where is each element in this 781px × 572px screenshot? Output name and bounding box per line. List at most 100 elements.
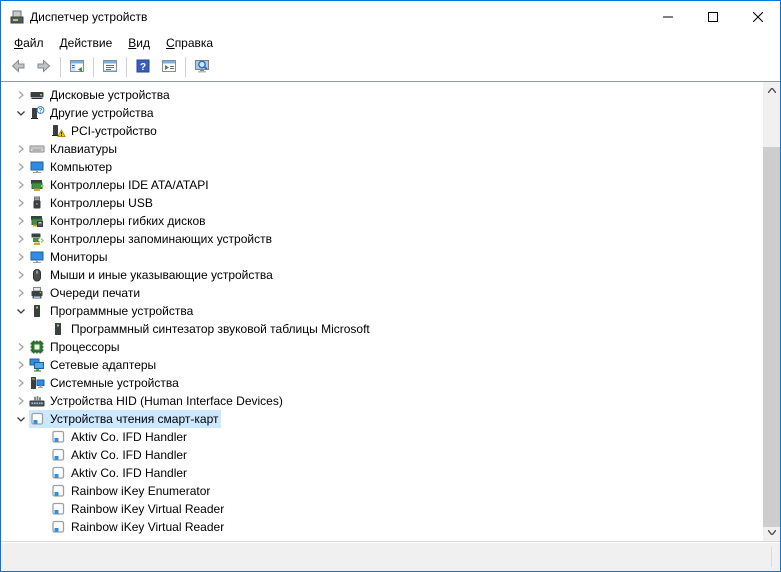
chevron-collapsed-icon[interactable]: [13, 231, 29, 247]
tree-item-label: Компьютер: [50, 158, 112, 176]
chevron-expanded-icon[interactable]: [13, 303, 29, 319]
tree-item[interactable]: Программные устройства: [1, 302, 763, 320]
tree-item[interactable]: Контроллеры запоминающих устройств: [1, 230, 763, 248]
tree-item-content[interactable]: Rainbow iKey Virtual Reader: [50, 518, 227, 536]
tree-item-content[interactable]: Мониторы: [29, 248, 110, 266]
console-tree-button[interactable]: [64, 55, 90, 79]
tree-item-content[interactable]: Программный синтезатор звуковой таблицы …: [50, 320, 373, 338]
toolbar: ?: [1, 53, 780, 81]
tree-item-content[interactable]: Rainbow iKey Virtual Reader: [50, 500, 227, 518]
scrollbar-track[interactable]: [763, 99, 780, 524]
tree-item-content[interactable]: PCI-устройство: [50, 122, 160, 140]
vertical-scrollbar[interactable]: [763, 82, 780, 541]
tree-item[interactable]: Rainbow iKey Enumerator: [1, 482, 763, 500]
tree-item[interactable]: Компьютер: [1, 158, 763, 176]
tree-item[interactable]: Устройства HID (Human Interface Devices): [1, 392, 763, 410]
tree-item-content[interactable]: Процессоры: [29, 338, 123, 356]
tree-item[interactable]: Сетевые адаптеры: [1, 356, 763, 374]
chevron-collapsed-icon[interactable]: [13, 159, 29, 175]
menu-bar: ФайлДействиеВидСправка: [1, 32, 780, 53]
menu-item-действие[interactable]: Действие: [52, 34, 121, 52]
caption-buttons: [645, 1, 780, 32]
tree-item[interactable]: PCI-устройство: [1, 122, 763, 140]
scroll-up-button[interactable]: [763, 82, 780, 99]
menu-item-вид[interactable]: Вид: [120, 34, 158, 52]
tree-item-content[interactable]: Сетевые адаптеры: [29, 356, 159, 374]
tree-item-content[interactable]: Aktiv Co. IFD Handler: [50, 428, 190, 446]
chevron-expanded-icon[interactable]: [13, 105, 29, 121]
menu-item-файл[interactable]: Файл: [6, 34, 52, 52]
tree-item[interactable]: Aktiv Co. IFD Handler: [1, 464, 763, 482]
chevron-collapsed-icon[interactable]: [13, 177, 29, 193]
maximize-button[interactable]: [690, 1, 735, 32]
tree-item-content-selected[interactable]: Устройства чтения смарт-карт: [29, 410, 221, 428]
software-device-icon: [50, 321, 66, 337]
tree-item[interactable]: Дисковые устройства: [1, 86, 763, 104]
tree-item[interactable]: Программный синтезатор звуковой таблицы …: [1, 320, 763, 338]
tree-item-content[interactable]: Aktiv Co. IFD Handler: [50, 464, 190, 482]
tree-item[interactable]: Aktiv Co. IFD Handler: [1, 428, 763, 446]
tree-item[interactable]: ?Другие устройства: [1, 104, 763, 122]
chevron-expanded-icon[interactable]: [13, 411, 29, 427]
tree-item[interactable]: Aktiv Co. IFD Handler: [1, 446, 763, 464]
forward-arrow-button[interactable]: [31, 55, 57, 79]
properties-button[interactable]: [97, 55, 123, 79]
action-pane-button[interactable]: [156, 55, 182, 79]
tree-item[interactable]: Системные устройства: [1, 374, 763, 392]
chevron-collapsed-icon[interactable]: [13, 141, 29, 157]
tree-item[interactable]: Rainbow iKey Virtual Reader: [1, 500, 763, 518]
tree-item[interactable]: Процессоры: [1, 338, 763, 356]
tree-item[interactable]: Устройства чтения смарт-карт: [1, 410, 763, 428]
tree-item-content[interactable]: Программные устройства: [29, 302, 196, 320]
tree-item[interactable]: Клавиатуры: [1, 140, 763, 158]
tree-item-label: Контроллеры USB: [50, 194, 153, 212]
tree-item-label: Очереди печати: [50, 284, 140, 302]
tree-item-content[interactable]: Aktiv Co. IFD Handler: [50, 446, 190, 464]
chevron-collapsed-icon[interactable]: [13, 393, 29, 409]
printer-icon: [29, 285, 45, 301]
tree-item-content[interactable]: Мыши и иные указывающие устройства: [29, 266, 276, 284]
chevron-collapsed-icon[interactable]: [13, 357, 29, 373]
menu-item-справка[interactable]: Справка: [158, 34, 221, 52]
close-button[interactable]: [735, 1, 780, 32]
tree-item-content[interactable]: Системные устройства: [29, 374, 182, 392]
tree-item[interactable]: Мониторы: [1, 248, 763, 266]
window-title: Диспетчер устройств: [30, 10, 147, 24]
chevron-spacer: [34, 123, 50, 139]
tree-item-content[interactable]: Контроллеры IDE ATA/ATAPI: [29, 176, 212, 194]
chevron-collapsed-icon[interactable]: [13, 249, 29, 265]
network-adapter-icon: [29, 357, 45, 373]
scan-hardware-icon: [194, 58, 210, 77]
properties-icon: [102, 58, 118, 77]
tree-item[interactable]: Rainbow iKey Virtual Reader: [1, 518, 763, 536]
tree-item-content[interactable]: Очереди печати: [29, 284, 143, 302]
tree-item-content[interactable]: Устройства HID (Human Interface Devices): [29, 392, 286, 410]
help-button[interactable]: ?: [130, 55, 156, 79]
chevron-collapsed-icon[interactable]: [13, 339, 29, 355]
tree-item[interactable]: Контроллеры USB: [1, 194, 763, 212]
tree-item[interactable]: Контроллеры IDE ATA/ATAPI: [1, 176, 763, 194]
scan-hardware-button[interactable]: [189, 55, 215, 79]
tree-item-content[interactable]: ?Другие устройства: [29, 104, 157, 122]
chevron-collapsed-icon[interactable]: [13, 375, 29, 391]
minimize-button[interactable]: [645, 1, 690, 32]
tree-item[interactable]: Мыши и иные указывающие устройства: [1, 266, 763, 284]
tree-item-content[interactable]: Клавиатуры: [29, 140, 120, 158]
tree-item-content[interactable]: Компьютер: [29, 158, 115, 176]
tree-item[interactable]: Очереди печати: [1, 284, 763, 302]
tree-item-content[interactable]: Контроллеры гибких дисков: [29, 212, 209, 230]
processor-icon: [29, 339, 45, 355]
back-arrow-button[interactable]: [5, 55, 31, 79]
tree-item-content[interactable]: Контроллеры USB: [29, 194, 156, 212]
tree-item[interactable]: Контроллеры гибких дисков: [1, 212, 763, 230]
chevron-collapsed-icon[interactable]: [13, 213, 29, 229]
chevron-collapsed-icon[interactable]: [13, 195, 29, 211]
scrollbar-thumb[interactable]: [763, 147, 780, 527]
tree-item-content[interactable]: Rainbow iKey Enumerator: [50, 482, 213, 500]
tree-item-content[interactable]: Контроллеры запоминающих устройств: [29, 230, 275, 248]
chevron-collapsed-icon[interactable]: [13, 267, 29, 283]
chevron-collapsed-icon[interactable]: [13, 87, 29, 103]
tree-item-content[interactable]: Дисковые устройства: [29, 86, 173, 104]
chevron-collapsed-icon[interactable]: [13, 285, 29, 301]
chevron-spacer: [34, 483, 50, 499]
